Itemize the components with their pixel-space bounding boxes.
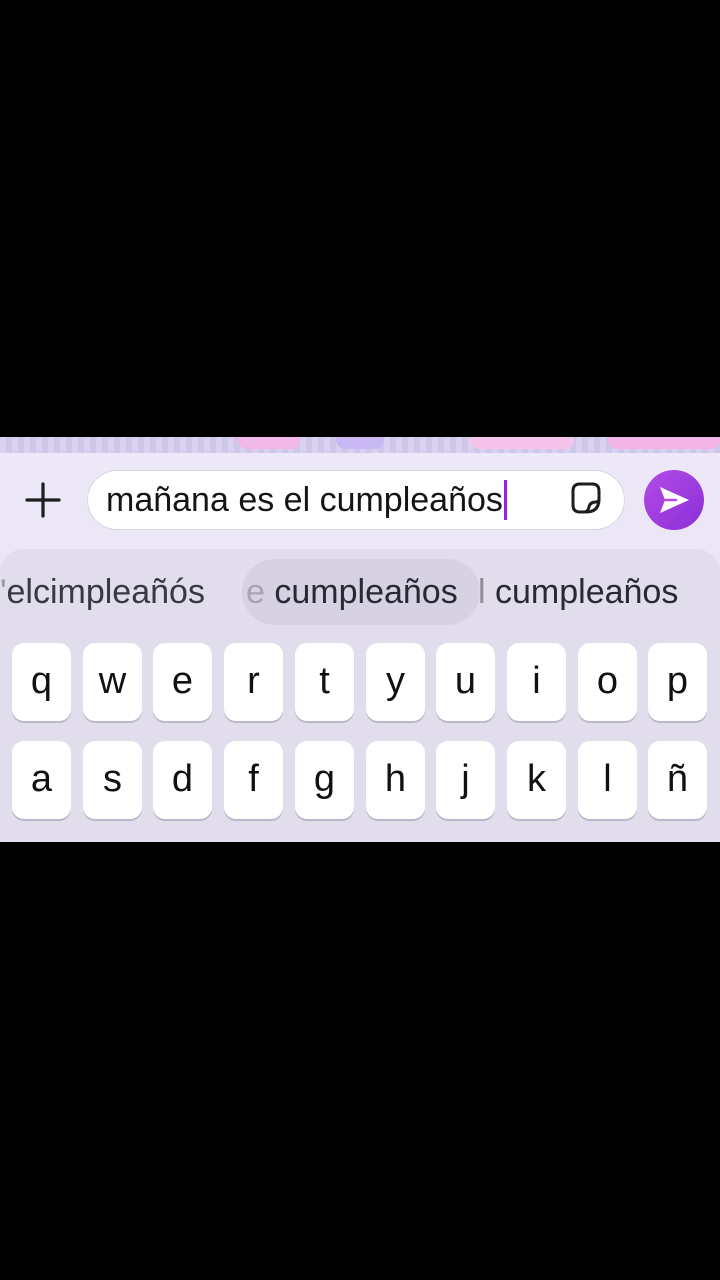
wallpaper-decoration — [470, 437, 574, 449]
sticker-button[interactable] — [565, 477, 607, 519]
suggestion-3-text: cumpleaños — [485, 573, 679, 611]
key-e[interactable]: e — [153, 643, 212, 721]
key-h[interactable]: h — [366, 741, 425, 819]
key-i[interactable]: i — [507, 643, 566, 721]
suggestion-2[interactable]: e cumpleaños — [242, 559, 480, 625]
key-j[interactable]: j — [436, 741, 495, 819]
suggestion-bar: 'elcimpleañós e cumpleaños l cumpleaños — [0, 549, 720, 637]
key-p[interactable]: p — [648, 643, 707, 721]
key-o[interactable]: o — [578, 643, 637, 721]
plus-icon — [25, 482, 61, 518]
send-icon — [660, 487, 689, 513]
key-g[interactable]: g — [295, 741, 354, 819]
suggestion-1-text: elcimpleañós — [6, 573, 205, 611]
suggestion-2-prefix: e — [246, 573, 265, 611]
key-u[interactable]: u — [436, 643, 495, 721]
key-s[interactable]: s — [83, 741, 142, 819]
attach-button[interactable] — [20, 477, 66, 523]
key-t[interactable]: t — [295, 643, 354, 721]
wallpaper-decoration — [238, 437, 300, 449]
key-q[interactable]: q — [12, 643, 71, 721]
key-f[interactable]: f — [224, 741, 283, 819]
key-y[interactable]: y — [366, 643, 425, 721]
key-d[interactable]: d — [153, 741, 212, 819]
key-row-2: a s d f g h j k l ñ — [0, 741, 720, 821]
key-w[interactable]: w — [83, 643, 142, 721]
suggestion-1[interactable]: 'elcimpleañós — [0, 559, 226, 625]
text-caret — [503, 480, 507, 520]
suggestion-3-prefix: l — [478, 573, 486, 611]
key-enye[interactable]: ñ — [648, 741, 707, 819]
keyboard: 'elcimpleañós e cumpleaños l cumpleaños … — [0, 549, 720, 842]
suggestion-2-text: cumpleaños — [264, 573, 458, 611]
letterbox-top — [0, 0, 720, 437]
send-button[interactable] — [644, 470, 704, 530]
key-a[interactable]: a — [12, 741, 71, 819]
message-text: mañana es el cumpleaños — [106, 480, 507, 520]
wallpaper-decoration — [608, 437, 720, 449]
key-l[interactable]: l — [578, 741, 637, 819]
key-row-1: q w e r t y u i o p — [0, 643, 720, 723]
wallpaper-decoration — [336, 437, 384, 449]
key-k[interactable]: k — [507, 741, 566, 819]
sticker-icon — [571, 482, 601, 514]
key-r[interactable]: r — [224, 643, 283, 721]
message-text-value: mañana es el cumpleaños — [106, 481, 503, 519]
message-input[interactable]: mañana es el cumpleaños — [87, 470, 625, 530]
suggestion-3[interactable]: l cumpleaños — [478, 559, 720, 625]
message-composer: mañana es el cumpleaños — [0, 467, 720, 533]
chat-screen: mañana es el cumpleaños 'elcimpleañós e … — [0, 437, 720, 842]
